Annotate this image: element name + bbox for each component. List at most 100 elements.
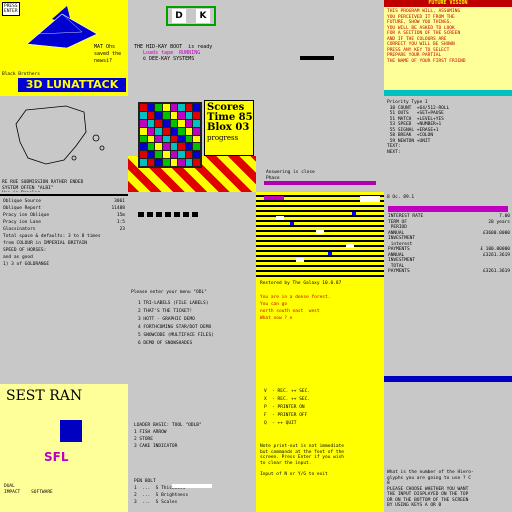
board-cell[interactable]: [170, 104, 178, 111]
tile-data-screen[interactable]: Priority Type 1 38 COUNT +64/512-ROLL 51…: [384, 96, 512, 192]
board-cell[interactable]: [193, 119, 200, 127]
board-cell[interactable]: [193, 111, 200, 119]
board-cell[interactable]: [162, 104, 170, 111]
tile-phasers[interactable]: Answering is close Phase: [256, 96, 384, 192]
board-cell[interactable]: [170, 151, 178, 159]
tile-board-game[interactable]: Scores Time 85 Blox 03 progress: [128, 96, 256, 192]
tile-options[interactable]: V - REC. ++ SEC. X - REC. ++ SEC. P - PR…: [256, 384, 384, 512]
board-cell[interactable]: [178, 159, 185, 166]
tile-menu[interactable]: Please enter your menu "ODL" 1 TRI-LABEL…: [128, 288, 256, 384]
board-cell[interactable]: [185, 127, 193, 135]
board-cell[interactable]: [140, 104, 147, 111]
board-cell[interactable]: [155, 127, 162, 135]
menu-item[interactable]: 3 HOTT - GRAPHIC DEMO: [138, 316, 246, 324]
board-cell[interactable]: [193, 143, 200, 151]
menu-item[interactable]: 2 THAT'S THE TICKET!: [138, 308, 246, 316]
board-cell[interactable]: [155, 111, 162, 119]
option-item[interactable]: X - REC. ++ SEC.: [264, 396, 376, 404]
board-cell[interactable]: [147, 159, 155, 166]
menu-item[interactable]: 4 FORTHCOMING STAR/DOT DEMO: [138, 324, 246, 332]
board-cell[interactable]: [140, 119, 147, 127]
board-cell[interactable]: [162, 151, 170, 159]
option-item[interactable]: V - REC. ++ SEC.: [264, 388, 376, 396]
board-cell[interactable]: [178, 143, 185, 151]
adventure-line[interactable]: What now ? n: [260, 315, 380, 322]
tile-adventure[interactable]: You are in a dense forest. You can go no…: [256, 288, 384, 384]
board-cell[interactable]: [193, 151, 200, 159]
board-cell[interactable]: [178, 151, 185, 159]
option-item[interactable]: F - PRINTER OFF: [264, 412, 376, 420]
input-box[interactable]: [172, 484, 212, 488]
tile-sestran[interactable]: SEST RAN SFL DUAL IMPACT SOFTWARE: [0, 384, 128, 512]
board-cell[interactable]: [155, 119, 162, 127]
board-cell[interactable]: [140, 135, 147, 143]
tile-investment[interactable]: 8 Oc. 89.1 INTEREST RATE 7.00 TERM OF PER…: [384, 192, 512, 288]
board-cell[interactable]: [162, 111, 170, 119]
board-cell[interactable]: [178, 111, 185, 119]
board-cell[interactable]: [193, 135, 200, 143]
tile-stats[interactable]: Oblique Source 3061 Oblique Report 11488 P…: [0, 192, 128, 288]
board-cell[interactable]: [193, 159, 200, 166]
board-cell[interactable]: [178, 135, 185, 143]
board-cell[interactable]: [155, 104, 162, 111]
board-cell[interactable]: [170, 127, 178, 135]
board-cell[interactable]: [140, 143, 147, 151]
board-cell[interactable]: [185, 143, 193, 151]
invest-row: ANNUAL INVESTMENT TOTAL £3261.3619: [388, 252, 510, 269]
menu-item[interactable]: 1 TRI-LABELS (FILE LABELS): [138, 300, 246, 308]
tile-controls[interactable]: LOADER BASIC: TOOL "ODLB" 1 FISH ARROW 2…: [128, 384, 256, 512]
board-cell[interactable]: [185, 135, 193, 143]
board-cell[interactable]: [140, 151, 147, 159]
board-cell[interactable]: [185, 111, 193, 119]
board-cell[interactable]: [185, 151, 193, 159]
board-cell[interactable]: [193, 127, 200, 135]
board-cell[interactable]: [170, 111, 178, 119]
board-cell[interactable]: [147, 119, 155, 127]
board-cell[interactable]: [193, 104, 200, 111]
board-cell[interactable]: [162, 159, 170, 166]
board-cell[interactable]: [155, 135, 162, 143]
board-cell[interactable]: [140, 111, 147, 119]
board-cell[interactable]: [178, 119, 185, 127]
tile-quiz[interactable]: What is the number of the Hiero- glyphs …: [384, 384, 512, 512]
board-cell[interactable]: [147, 143, 155, 151]
board-cell[interactable]: [162, 143, 170, 151]
board-cell[interactable]: [170, 143, 178, 151]
controls-line[interactable]: 2 ... S Brightness: [134, 492, 188, 499]
board-cell[interactable]: [185, 119, 193, 127]
controls-line[interactable]: 3 ... S Scales: [134, 499, 188, 506]
board-cell[interactable]: [155, 143, 162, 151]
board-cell[interactable]: [147, 151, 155, 159]
tile-race-game[interactable]: Restored by The Galaxy 10.0.87: [256, 192, 384, 288]
menu-item[interactable]: 6 DEMO OF SNOWSHADES: [138, 340, 246, 348]
board-cell[interactable]: [147, 104, 155, 111]
board-cell[interactable]: [178, 104, 185, 111]
board-cell[interactable]: [162, 127, 170, 135]
game-board[interactable]: [138, 102, 202, 168]
screenshot-grid: PRESS ENTER MAT Ohs saved the newsi? Bla…: [0, 0, 512, 512]
board-cell[interactable]: [178, 127, 185, 135]
option-item[interactable]: Q - ++ QUIT: [264, 420, 376, 428]
board-cell[interactable]: [185, 104, 193, 111]
tile-luna-attack[interactable]: PRESS ENTER MAT Ohs saved the newsi? Bla…: [0, 0, 128, 96]
menu-item[interactable]: 5 SNOWCODE (MULTIFACE FILES): [138, 332, 246, 340]
board-cell[interactable]: [155, 151, 162, 159]
board-cell[interactable]: [170, 159, 178, 166]
board-cell[interactable]: [147, 127, 155, 135]
board-cell[interactable]: [162, 119, 170, 127]
stats-row: Pracy ion Oblique 15m: [3, 213, 125, 218]
board-cell[interactable]: [147, 135, 155, 143]
board-cell[interactable]: [140, 159, 147, 166]
board-cell[interactable]: [170, 135, 178, 143]
option-item[interactable]: P - PRINTER ON: [264, 404, 376, 412]
tile-dk-boot[interactable]: D K THE HID-KAY BOOT is ready Loads tape…: [128, 0, 256, 96]
board-cell[interactable]: [155, 159, 162, 166]
board-cell[interactable]: [147, 111, 155, 119]
board-cell[interactable]: [185, 159, 193, 166]
tile-future-vision[interactable]: FUTURE VISION THIS PROGRAM WILL, ASSUMIN…: [384, 0, 512, 96]
race-score-box: [360, 196, 380, 202]
board-cell[interactable]: [140, 127, 147, 135]
board-cell[interactable]: [170, 119, 178, 127]
board-cell[interactable]: [162, 135, 170, 143]
tile-map[interactable]: RE RUE SUBMISSION RATHER ENDED SYSTEM OF…: [0, 96, 128, 192]
